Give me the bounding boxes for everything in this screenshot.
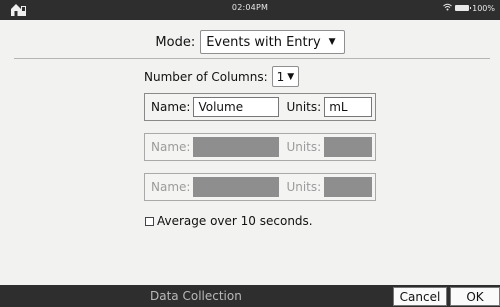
columns-select-value: 1 — [276, 69, 285, 84]
units-input-1[interactable] — [324, 97, 373, 117]
units-label: Units: — [286, 140, 322, 154]
average-checkbox[interactable] — [145, 216, 154, 226]
mode-label: Mode: — [155, 34, 196, 50]
name-input-3 — [193, 177, 280, 197]
battery-percent: 100% — [472, 3, 495, 13]
units-input-3 — [324, 177, 373, 197]
name-label: Name: — [151, 180, 191, 194]
cancel-button[interactable]: Cancel — [393, 287, 447, 306]
name-label: Name: — [151, 100, 191, 114]
column-3-group: Name: Units: — [144, 173, 376, 201]
units-input-2 — [324, 137, 373, 157]
mode-select[interactable]: Events with Entry ▼ — [200, 30, 345, 54]
name-input-1[interactable] — [193, 97, 280, 117]
wifi-icon — [443, 3, 452, 13]
column-2-group: Name: Units: — [144, 133, 376, 161]
status-bar: 02:04PM 100% — [0, 0, 500, 20]
bottom-bar: Data Collection Cancel OK — [0, 285, 500, 307]
ok-button[interactable]: OK — [450, 287, 500, 306]
battery-icon — [455, 5, 472, 11]
status-time: 02:04PM — [231, 3, 269, 12]
column-1-group: Name: Units: — [144, 93, 376, 121]
mode-row: Mode: Events with Entry ▼ — [0, 30, 500, 54]
columns-select[interactable]: 1 ▼ — [271, 66, 300, 87]
name-input-2 — [193, 137, 280, 157]
chevron-down-icon: ▼ — [287, 71, 295, 82]
name-label: Name: — [151, 140, 191, 154]
divider — [14, 58, 490, 59]
mode-select-value: Events with Entry — [206, 34, 321, 50]
columns-label: Number of Columns: — [144, 69, 268, 84]
columns-row: Number of Columns: 1 ▼ — [144, 66, 300, 87]
average-option[interactable]: Average over 10 seconds. — [145, 214, 313, 228]
average-label: Average over 10 seconds. — [157, 214, 313, 228]
units-label: Units: — [286, 180, 322, 194]
units-label: Units: — [286, 100, 322, 114]
chevron-down-icon: ▼ — [328, 37, 336, 47]
status-indicators: 100% — [443, 3, 495, 13]
bottom-bar-title: Data Collection — [150, 289, 242, 303]
